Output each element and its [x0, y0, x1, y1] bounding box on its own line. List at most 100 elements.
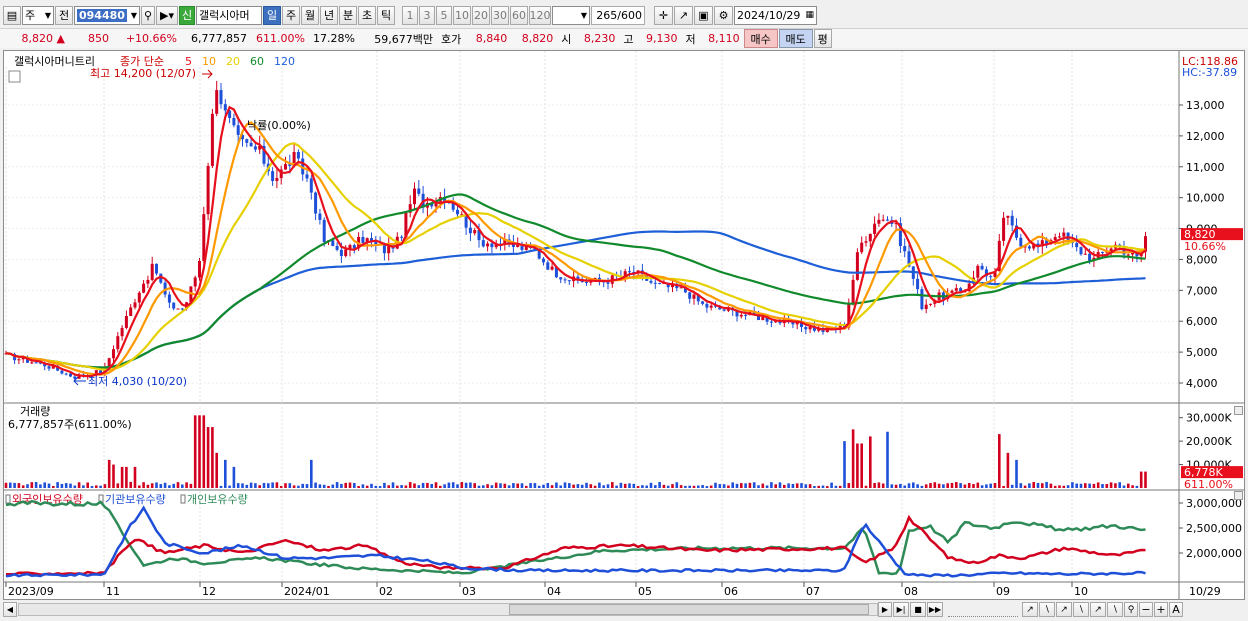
draw-tool-icon[interactable]: ↗ — [1022, 602, 1038, 617]
candle-body — [210, 113, 214, 166]
series-label: 기관보유수량 — [105, 493, 166, 506]
volume-bar — [327, 485, 330, 488]
scroll-thumb[interactable] — [509, 604, 869, 615]
volume-bar — [1066, 485, 1070, 488]
stock-code-input[interactable]: 094480 ▼ — [74, 5, 140, 25]
price-axis-label: 11,000 — [1186, 161, 1225, 174]
volume-bar — [279, 485, 283, 488]
volume-bar — [4, 482, 8, 488]
volume-bar — [267, 483, 270, 488]
buy-button[interactable]: 매수 — [743, 29, 778, 48]
gear-icon[interactable]: ⚙ — [714, 5, 733, 25]
interval-button-60[interactable]: 60 — [510, 5, 528, 25]
zoom-out-icon[interactable]: − — [1139, 602, 1153, 617]
last-page-icon[interactable]: ▶▶ — [927, 602, 943, 617]
volume-bar — [1084, 483, 1087, 488]
open-label: 시 — [561, 32, 572, 46]
sell-button[interactable]: 매도 — [778, 29, 813, 48]
volume-bar — [752, 482, 756, 488]
volume-bar — [1088, 483, 1091, 488]
candle-body — [567, 280, 571, 282]
volume-bar — [512, 483, 515, 488]
zoom-slider[interactable] — [948, 603, 1018, 617]
candle-body — [305, 174, 309, 179]
volume-bar — [1049, 483, 1053, 488]
period-tabs: 일주월년분초틱 — [263, 5, 396, 25]
tab-period-5[interactable]: 초 — [358, 5, 376, 25]
zoom-in-icon[interactable]: + — [1154, 602, 1168, 617]
stock-name-field[interactable]: 갤럭시아머 — [196, 5, 262, 25]
tab-period-6[interactable]: 틱 — [377, 5, 395, 25]
font-size-icon[interactable]: A — [1169, 602, 1183, 617]
scroll-track[interactable] — [18, 603, 878, 616]
evaluate-button[interactable]: 평 — [813, 29, 832, 48]
candle-body — [232, 117, 236, 126]
panel-maximize-icon[interactable] — [1234, 491, 1243, 500]
scroll-right-icon[interactable]: ▶ — [878, 602, 892, 617]
save-icon[interactable]: ▣ — [694, 5, 713, 25]
volume-bar — [1053, 485, 1057, 488]
volume-bar — [606, 484, 610, 488]
interval-select[interactable]: ▼ — [552, 5, 590, 25]
candle-body — [559, 277, 563, 280]
draw-tool-icon[interactable]: ↗ — [1090, 602, 1106, 617]
stop-icon[interactable]: ■ — [910, 602, 926, 617]
draw-tool-icon[interactable]: ∖ — [1107, 602, 1123, 617]
candle-body — [352, 245, 356, 249]
volume-bar — [636, 486, 640, 488]
candle-body — [249, 142, 253, 147]
panel-maximize-icon[interactable] — [1234, 406, 1243, 415]
scroll-bar[interactable]: ◀ ▶ ▶| ■ ▶▶ ↗ ∖ ↗ ∖ ↗ ∖ ⚲ − + A — [3, 601, 1245, 618]
volume-bar — [34, 482, 38, 488]
volume-bar — [916, 484, 919, 488]
draw-tool-icon[interactable]: ∖ — [1073, 602, 1089, 617]
draw-tool-icon[interactable]: ∖ — [1039, 602, 1055, 617]
market-select[interactable]: 주 ▼ — [22, 5, 54, 25]
volume-bar — [1135, 485, 1139, 488]
prev-button[interactable]: 전 — [55, 5, 73, 25]
first-page-icon[interactable]: ▶| — [893, 602, 909, 617]
interval-button-1[interactable]: 1 — [402, 5, 418, 25]
tab-period-3[interactable]: 년 — [320, 5, 338, 25]
interval-button-120[interactable]: 120 — [529, 5, 551, 25]
tab-period-2[interactable]: 월 — [301, 5, 319, 25]
volume-bar — [198, 415, 201, 488]
interval-button-10[interactable]: 10 — [453, 5, 471, 25]
speaker-icon[interactable]: ▶▾ — [156, 5, 178, 25]
zoom-icon[interactable]: ⚲ — [1124, 602, 1138, 617]
volume-bar — [262, 482, 266, 488]
volume-bar — [654, 485, 657, 488]
chart-canvas[interactable]: 13,00012,00011,00010,0009,0008,0007,0006… — [4, 51, 1244, 599]
volume-bar — [873, 483, 876, 488]
candle-body — [322, 219, 326, 243]
layout-icon[interactable]: ▤ — [3, 5, 21, 25]
interval-button-5[interactable]: 5 — [436, 5, 452, 25]
candle-body — [688, 292, 692, 299]
crosshair-icon[interactable]: ✛ — [654, 5, 673, 25]
draw-tool-icon[interactable]: ↗ — [1056, 602, 1072, 617]
volume-bar — [929, 483, 932, 488]
volume-bar — [856, 443, 859, 488]
volume-bar — [430, 483, 433, 488]
tab-period-0[interactable]: 일 — [263, 5, 281, 25]
candle-body — [851, 279, 855, 304]
volume-bar — [1118, 482, 1121, 488]
tab-period-4[interactable]: 분 — [339, 5, 357, 25]
search-icon[interactable]: ⚲ — [141, 5, 155, 25]
date-value: 2024/10/29 — [737, 8, 801, 22]
interval-button-3[interactable]: 3 — [419, 5, 435, 25]
scroll-left-icon[interactable]: ◀ — [3, 602, 17, 617]
volume-bar — [881, 483, 885, 488]
volume-bar — [245, 484, 249, 488]
count-field[interactable]: 265/600 — [591, 5, 645, 25]
tab-period-1[interactable]: 주 — [282, 5, 300, 25]
interval-button-30[interactable]: 30 — [491, 5, 509, 25]
chart-area[interactable]: 13,00012,00011,00010,0009,0008,0007,0006… — [3, 50, 1245, 600]
draw-line-icon[interactable]: ↗ — [674, 5, 693, 25]
candle-body — [167, 294, 171, 303]
volume-bar — [507, 485, 511, 488]
interval-button-20[interactable]: 20 — [472, 5, 490, 25]
volume-bar — [120, 466, 124, 488]
candle-body — [331, 240, 335, 246]
date-input[interactable]: 2024/10/29 ▦ — [734, 5, 817, 25]
